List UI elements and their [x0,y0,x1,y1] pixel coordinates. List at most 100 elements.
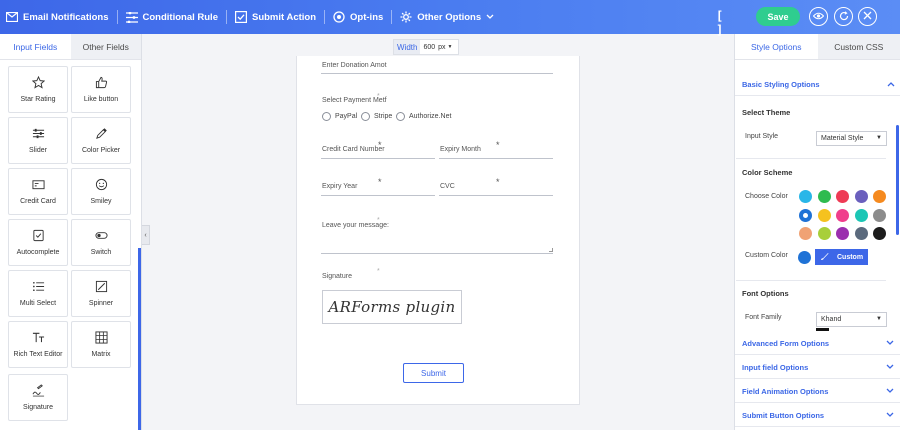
color-swatch[interactable] [854,208,868,222]
color-swatch[interactable] [873,227,886,240]
eye-icon [812,12,825,22]
color-swatch[interactable] [836,190,849,203]
cvc-label: CVC [440,183,455,190]
width-unit-select[interactable]: px [438,44,445,51]
field-color-picker[interactable]: Color Picker [71,117,131,164]
tab-other-fields[interactable]: Other Fields [70,34,141,59]
field-label: Spinner [88,300,114,307]
left-scrollbar[interactable] [138,248,141,430]
payment-option-paypal[interactable]: PayPal [322,112,357,121]
code-view-button[interactable]: [ ] [716,9,730,37]
refresh-icon [839,10,849,23]
donation-amount-label: Enter Donation Amot [322,62,387,69]
color-swatch[interactable] [817,208,831,222]
field-multi-select[interactable]: Multi Select [8,270,68,317]
field-signature[interactable]: Signature [8,374,68,421]
opt-ins-label: Opt-ins [350,11,384,23]
payment-option-stripe[interactable]: Stripe [361,112,392,121]
resize-handle-icon[interactable] [549,248,553,252]
chevron-down-icon [886,363,894,372]
input-field-options-header[interactable]: Input field Options [735,357,900,379]
custom-color-button[interactable]: Custom [815,249,868,265]
color-swatch[interactable] [873,208,886,222]
check-icon [234,11,247,23]
email-notifications-button[interactable]: Email Notifications [0,0,117,34]
expiry-year-input[interactable] [321,195,435,196]
donation-amount-input[interactable] [321,73,553,74]
color-picker-icon [95,128,107,139]
field-autocomplete[interactable]: Autocomplete [8,219,68,266]
refresh-button[interactable] [834,7,853,26]
chevron-left-icon: ‹ [144,231,147,239]
submit-action-button[interactable]: Submit Action [227,0,324,34]
color-swatch[interactable] [799,190,812,203]
field-spinner[interactable]: Spinner [71,270,131,317]
advanced-form-options-header[interactable]: Advanced Form Options [735,333,900,355]
width-input[interactable]: 600 [420,44,438,51]
cvc-input[interactable] [439,195,553,196]
tab-input-fields[interactable]: Input Fields [0,34,71,59]
font-color-indicator [816,328,829,331]
optins-icon [333,11,345,23]
field-slider[interactable]: Slider [8,117,68,164]
field-label: Slider [29,147,47,154]
field-star-rating[interactable]: Star Rating [8,66,68,113]
input-style-select[interactable]: Material Style ▼ [816,131,887,146]
field-rich-text-editor[interactable]: Rich Text Editor [8,321,68,368]
input-style-label: Input Style [745,133,779,140]
tab-custom-css[interactable]: Custom CSS [817,34,900,59]
rules-icon [125,11,138,23]
color-swatch[interactable] [836,208,849,222]
custom-color-swatch[interactable] [798,251,811,264]
width-label: Width [394,40,421,54]
font-family-select[interactable]: Khand ▼ [816,312,887,327]
submit-button-options-header[interactable]: Submit Button Options [735,405,900,427]
radio-icon [361,112,370,121]
preview-button[interactable] [809,7,828,26]
switch-icon [94,232,108,239]
section-title: Field Animation Options [742,387,829,396]
field-switch[interactable]: Switch [71,219,131,266]
color-swatch[interactable] [799,208,812,222]
matrix-icon [94,331,108,344]
divider [736,280,886,281]
brush-icon [820,252,829,263]
field-smiley[interactable]: Smiley [71,168,131,215]
custom-button-label: Custom [837,253,864,261]
color-swatch[interactable] [817,190,831,203]
expiry-month-input[interactable] [439,158,553,159]
signature-pad[interactable]: ARForms plugin [322,290,462,324]
payment-option-authorize-net[interactable]: Authorize.Net [396,112,451,121]
option-label: PayPal [335,113,358,120]
other-options-button[interactable]: Other Options [392,0,502,34]
message-textarea[interactable] [321,253,553,254]
tab-style-options[interactable]: Style Options [735,34,818,59]
choose-color-label: Choose Color [745,193,788,200]
opt-ins-button[interactable]: Opt-ins [325,0,391,34]
color-swatch[interactable] [873,190,886,203]
color-swatch[interactable] [799,227,812,240]
collapse-panel-handle[interactable]: ‹ [142,225,150,245]
close-button[interactable] [858,7,877,26]
color-swatch[interactable] [817,227,831,240]
field-like-button[interactable]: Like button [71,66,131,113]
field-label: Star Rating [20,96,56,103]
field-label: Smiley [90,198,112,205]
field-credit-card[interactable]: Credit Card [8,168,68,215]
card-number-input[interactable] [321,158,435,159]
field-label: Switch [90,249,112,256]
submit-button[interactable]: Submit [403,363,464,383]
conditional-rule-button[interactable]: Conditional Rule [118,0,226,34]
field-animation-options-header[interactable]: Field Animation Options [735,381,900,403]
right-scrollbar[interactable] [896,125,899,235]
basic-styling-section-header[interactable]: Basic Styling Options [735,74,900,96]
save-button[interactable]: Save [756,7,800,26]
autocomplete-icon [32,229,44,242]
color-swatch[interactable] [836,227,849,240]
color-swatch[interactable] [854,227,868,240]
section-title: Basic Styling Options [742,80,820,89]
close-icon [863,11,872,22]
color-swatch[interactable] [854,190,868,203]
field-label: Credit Card [20,198,56,205]
field-matrix[interactable]: Matrix [71,321,131,368]
